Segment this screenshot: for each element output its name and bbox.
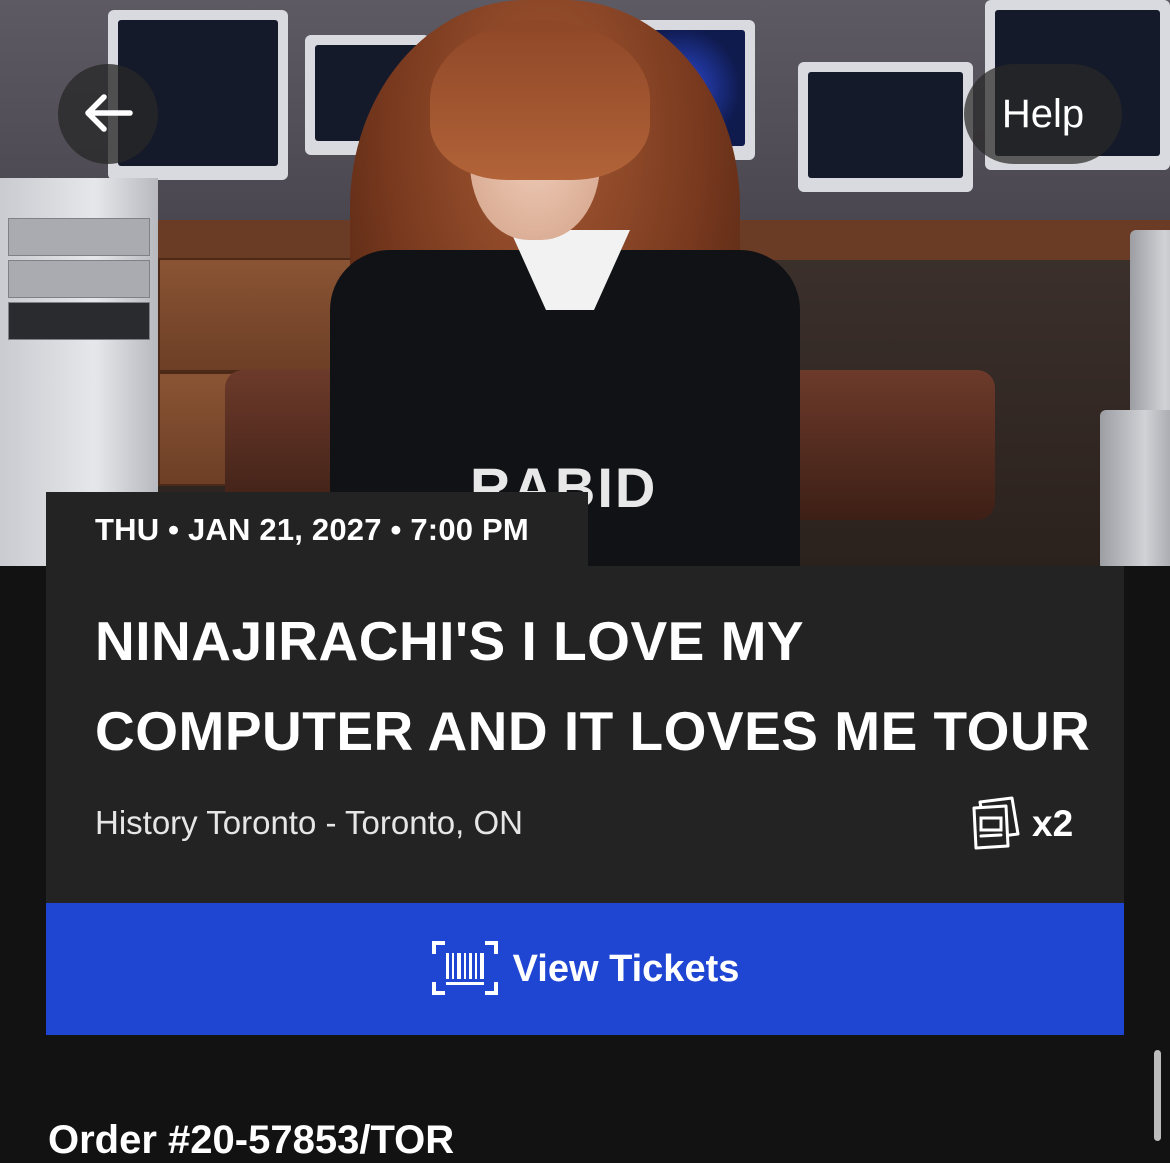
- barcode-icon: [431, 940, 499, 999]
- help-button[interactable]: Help: [964, 64, 1122, 164]
- scrollbar[interactable]: [1154, 1050, 1161, 1141]
- hero-speaker: [1130, 230, 1170, 430]
- ticket-count: x2: [968, 794, 1073, 854]
- event-date-tab: THU • JAN 21, 2027 • 7:00 PM: [46, 492, 588, 568]
- ticket-quantity: x2: [1032, 803, 1074, 844]
- event-card: NINAJIRACHI'S I LOVE MY COMPUTER AND IT …: [46, 566, 1124, 903]
- ticket-stack-icon: [968, 794, 1024, 855]
- hero-monitor: [798, 62, 973, 192]
- view-tickets-label: View Tickets: [512, 947, 740, 990]
- event-title: NINAJIRACHI'S I LOVE MY COMPUTER AND IT …: [95, 596, 1095, 776]
- view-tickets-button[interactable]: View Tickets: [46, 903, 1124, 1035]
- event-datetime: THU • JAN 21, 2027 • 7:00 PM: [95, 512, 529, 547]
- hero-speaker: [1100, 410, 1170, 566]
- help-label: Help: [1001, 91, 1085, 136]
- event-title-line-1: NINAJIRACHI'S I LOVE MY: [95, 610, 805, 672]
- hero-person-bangs: [430, 20, 650, 180]
- arrow-left-icon: [82, 93, 134, 136]
- event-title-line-2: COMPUTER AND IT LOVES ME TOUR: [95, 700, 1091, 762]
- event-venue: History Toronto - Toronto, ON: [95, 804, 523, 841]
- back-button[interactable]: [58, 64, 158, 164]
